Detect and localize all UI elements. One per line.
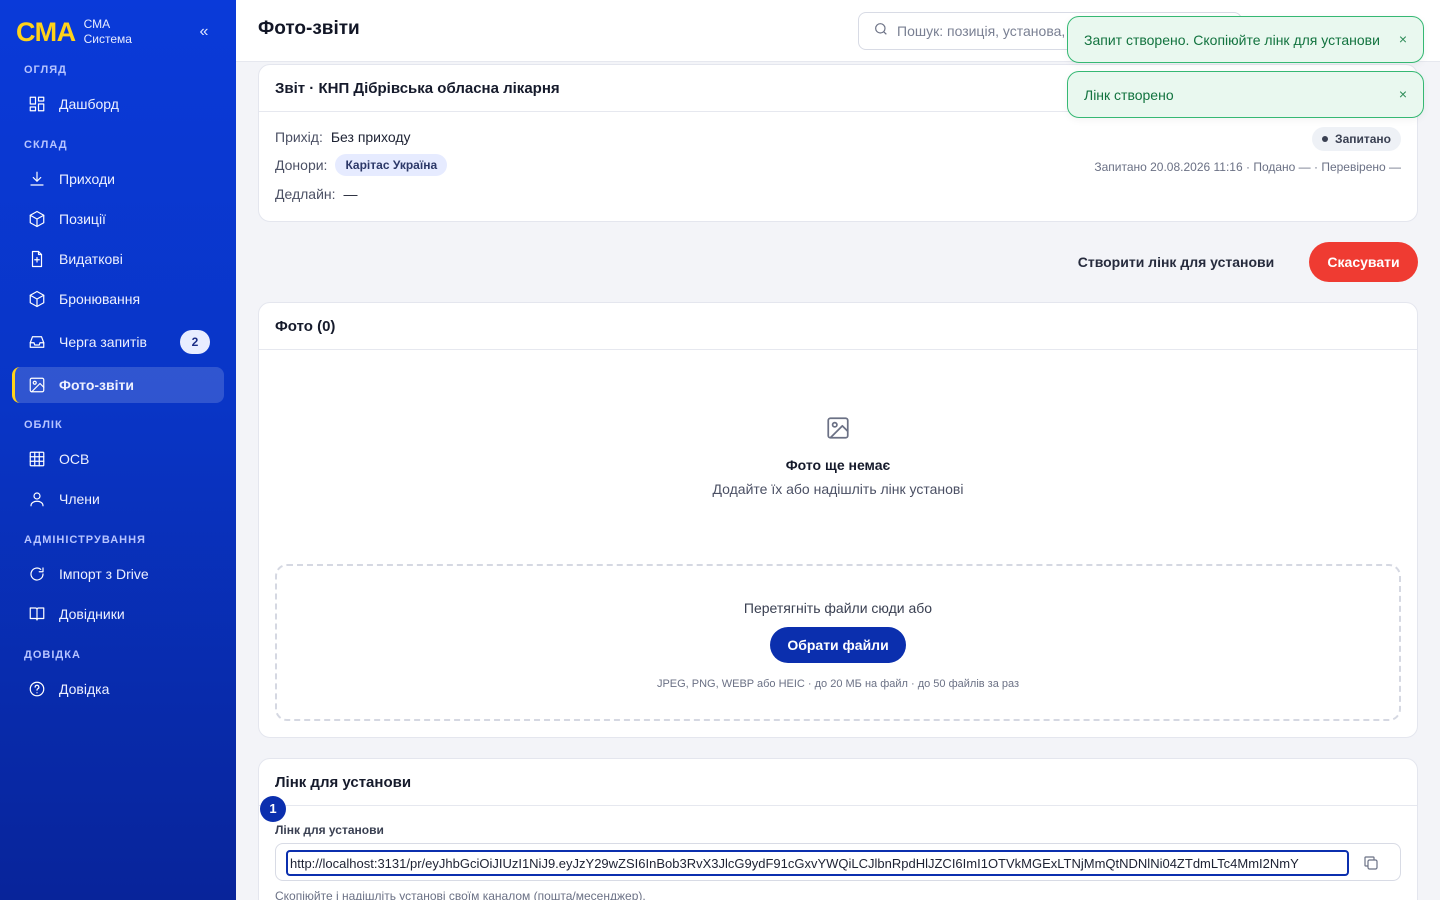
sidebar-item-reservations[interactable]: Бронювання: [12, 281, 224, 317]
sidebar: СМА СМА Система « Огляд Дашборд Склад Пр…: [0, 0, 236, 900]
toast-link-created: Лінк створено ×: [1067, 71, 1424, 118]
income-value: Без приходу: [330, 129, 411, 145]
section-accounting: Облік: [24, 419, 63, 431]
sidebar-item-positions[interactable]: Позиції: [12, 201, 224, 237]
sidebar-item-help[interactable]: Довідка: [12, 671, 224, 707]
box-icon: [28, 290, 46, 308]
brand-line1: СМА: [83, 17, 111, 31]
help-icon: [28, 680, 46, 698]
sidebar-item-label: Імпорт з Drive: [59, 566, 149, 582]
deadline-value: —: [343, 186, 358, 202]
status-dot-icon: [1322, 136, 1329, 142]
toast-request-created: Запит створено. Скопіюйте лінк для устан…: [1067, 16, 1424, 63]
income-row: Прихід: Без приходу: [275, 129, 411, 145]
donors-row: Донори: Карітас Україна: [275, 154, 448, 176]
photos-card: Фото (0) Фото ще немає Додайте їх або на…: [258, 302, 1418, 738]
collapse-sidebar-button[interactable]: «: [194, 22, 214, 42]
sidebar-item-directories[interactable]: Довідники: [12, 596, 224, 632]
sidebar-item-label: Бронювання: [59, 291, 141, 307]
photos-title: Фото (0): [259, 303, 1417, 350]
brand-logo: СМА: [16, 17, 76, 47]
sidebar-item-drive-import[interactable]: Імпорт з Drive: [12, 556, 224, 592]
copy-icon[interactable]: [1362, 854, 1380, 872]
close-icon[interactable]: ×: [1399, 86, 1407, 102]
sidebar-item-expenses[interactable]: Видаткові: [12, 241, 224, 277]
dropzone-hint: JPEG, PNG, WEBP або HEIC · до 20 МБ на ф…: [656, 678, 1020, 690]
sidebar-item-label: Члени: [59, 491, 100, 507]
create-link-button[interactable]: Створити лінк для установи: [1074, 242, 1278, 282]
inbox-icon: [28, 333, 46, 351]
toast-text: Лінк створено: [1084, 86, 1174, 103]
download-icon: [28, 170, 46, 188]
step-marker: 1: [260, 796, 286, 822]
status-text: Запитано: [1335, 132, 1391, 146]
income-label: Прихід:: [275, 129, 323, 145]
brand[interactable]: СМА СМА Система: [16, 16, 132, 48]
status-badge: Запитано: [1312, 127, 1401, 151]
sidebar-item-label: Приходи: [59, 171, 115, 187]
search-icon: [873, 21, 889, 42]
sidebar-item-label: Довідка: [59, 681, 110, 697]
link-hint: Скопіюйте і надішліть установі своїм кан…: [275, 889, 646, 900]
brand-line2: Система: [83, 32, 132, 46]
sidebar-item-photo-reports[interactable]: Фото-звіти: [12, 367, 224, 403]
cancel-button[interactable]: Скасувати: [1309, 242, 1418, 282]
brand-name: СМА Система: [84, 17, 132, 47]
sidebar-item-label: ОСВ: [59, 451, 90, 467]
link-field-label: Лінк для установи: [275, 823, 384, 837]
sidebar-item-label: Дашборд: [59, 96, 119, 112]
dropzone-text: Перетягніть файли сюди або: [743, 600, 933, 616]
status-timestamps: Запитано 20.08.2026 11:16 · Подано — · П…: [1094, 160, 1401, 174]
section-admin: Адміністрування: [24, 534, 146, 546]
sidebar-item-label: Черга запитів: [59, 334, 147, 350]
donor-chip: Карітас Україна: [335, 154, 448, 176]
deadline-label: Дедлайн:: [275, 186, 336, 202]
image-icon: [28, 376, 46, 394]
link-card: Лінк для установи Лінк для установи Скоп…: [258, 758, 1418, 900]
link-url-input[interactable]: [286, 850, 1349, 876]
link-section-title: Лінк для установи: [259, 759, 1417, 806]
choose-files-button[interactable]: Обрати файли: [770, 627, 906, 663]
sidebar-item-label: Довідники: [59, 606, 125, 622]
sidebar-item-request-queue[interactable]: Черга запитів 2: [12, 324, 224, 360]
table-icon: [28, 450, 46, 468]
section-warehouse: Склад: [24, 139, 68, 151]
sidebar-item-members[interactable]: Члени: [12, 481, 224, 517]
page-title: Фото-звіти: [258, 18, 360, 39]
user-icon: [28, 490, 46, 508]
refresh-icon: [28, 565, 46, 583]
empty-state-title: Фото ще немає: [785, 457, 891, 473]
close-icon[interactable]: ×: [1399, 31, 1407, 47]
section-overview: Огляд: [24, 64, 67, 76]
toast-text: Запит створено. Скопіюйте лінк для устан…: [1084, 31, 1380, 48]
sidebar-item-incomes[interactable]: Приходи: [12, 161, 224, 197]
box-icon: [28, 210, 46, 228]
sidebar-item-dashboard[interactable]: Дашборд: [12, 86, 224, 122]
sidebar-item-label: Фото-звіти: [59, 377, 134, 393]
link-field: [275, 843, 1401, 881]
sidebar-item-osv[interactable]: ОСВ: [12, 441, 224, 477]
donors-label: Донори:: [275, 157, 328, 173]
sidebar-item-label: Позиції: [59, 211, 106, 227]
document-icon: [28, 250, 46, 268]
image-placeholder-icon: [825, 415, 851, 441]
book-icon: [28, 605, 46, 623]
dashboard-icon: [28, 95, 46, 113]
request-count-badge: 2: [180, 330, 210, 354]
section-help: Довідка: [24, 649, 81, 661]
deadline-row: Дедлайн: —: [275, 186, 358, 202]
empty-state-subtitle: Додайте їх або надішліть лінк установі: [712, 481, 964, 497]
sidebar-item-label: Видаткові: [59, 251, 123, 267]
file-dropzone[interactable]: Перетягніть файли сюди або Обрати файли …: [275, 564, 1401, 721]
